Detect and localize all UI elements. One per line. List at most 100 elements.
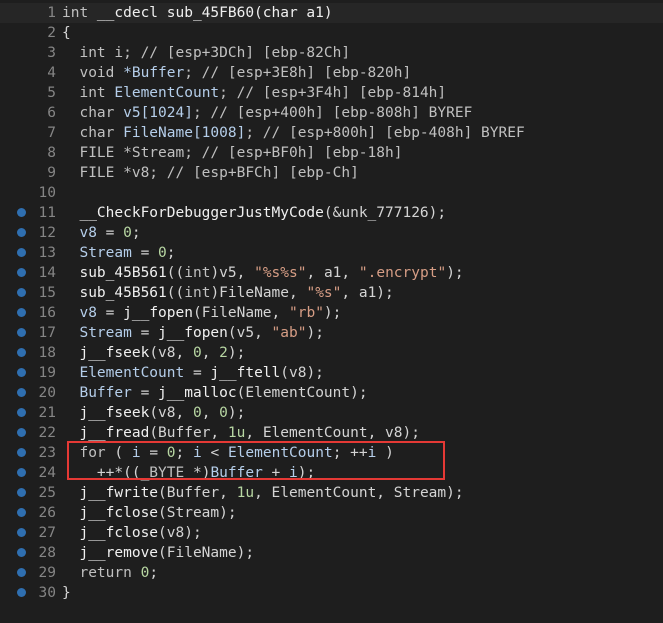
code-token: j__ftell: [210, 365, 281, 381]
line-number: 13: [38, 245, 56, 261]
code-text[interactable]: FILE *Stream; // [esp+BF0h] [ebp-18h]: [62, 143, 402, 163]
line-number: 16: [38, 305, 56, 321]
code-line-9[interactable]: 9 FILE *v8; // [esp+BFCh] [ebp-Ch]: [0, 163, 663, 183]
code-text[interactable]: int i; // [esp+3DCh] [ebp-82Ch]: [62, 43, 350, 63]
code-text[interactable]: ElementCount = j__ftell(v8);: [62, 363, 323, 383]
code-token: "%s": [306, 285, 342, 301]
code-token: j__fopen: [123, 305, 193, 321]
code-line-26[interactable]: 26 j__fclose(Stream);: [0, 503, 663, 523]
code-token: , a1);: [341, 285, 394, 301]
code-text[interactable]: j__fclose(v8);: [62, 523, 201, 543]
line-number: 28: [38, 545, 56, 561]
code-text[interactable]: char FileName[1008]; // [esp+800h] [ebp-…: [62, 123, 524, 143]
pseudocode-editor[interactable]: 1 int __cdecl sub_45FB60(char a1) 2{3 int …: [0, 0, 663, 623]
code-line-29[interactable]: 29 return 0;: [0, 563, 663, 583]
line-number: 21: [38, 405, 56, 421]
code-line-14[interactable]: 14 sub_45B561((int)v5, "%s%s", a1, ".enc…: [0, 263, 663, 283]
code-line-28[interactable]: 28 j__remove(FileName);: [0, 543, 663, 563]
code-line-16[interactable]: 16 v8 = j__fopen(FileName, "rb");: [0, 303, 663, 323]
code-line-20[interactable]: 20 Buffer = j__malloc(ElementCount);: [0, 383, 663, 403]
code-token: void: [62, 65, 124, 81]
code-token: 0: [192, 405, 202, 421]
code-text[interactable]: j__fseek(v8, 0, 0);: [62, 403, 245, 423]
code-line-22[interactable]: 22 j__fread(Buffer, 1u, ElementCount, v8…: [0, 423, 663, 443]
code-token: j__remove: [62, 545, 159, 561]
code-text[interactable]: {: [62, 23, 71, 43]
code-text[interactable]: __CheckForDebuggerJustMyCode(&unk_777126…: [62, 203, 446, 223]
code-token: j__fclose: [62, 505, 159, 521]
line-number: 15: [38, 285, 56, 301]
code-token: ((: [166, 265, 185, 281]
code-token: Buffer: [62, 385, 132, 401]
code-text[interactable]: v8 = 0;: [62, 223, 140, 243]
code-line-18[interactable]: 18 j__fseek(v8, 0, 2);: [0, 343, 663, 363]
code-token: __CheckForDebuggerJustMyCode: [62, 205, 324, 221]
code-line-5[interactable]: 5 int ElementCount; // [esp+3F4h] [ebp-8…: [0, 83, 663, 103]
code-text[interactable]: Stream = 0;: [62, 243, 176, 263]
code-text[interactable]: j__fseek(v8, 0, 2);: [62, 343, 245, 363]
code-text[interactable]: char v5[1024]; // [esp+400h] [ebp-808h] …: [62, 103, 472, 123]
line-number: 17: [38, 325, 56, 341]
code-token: (ElementCount);: [236, 385, 368, 401]
code-line-6[interactable]: 6 char v5[1024]; // [esp+400h] [ebp-808h…: [0, 103, 663, 123]
code-line-13[interactable]: 13 Stream = 0;: [0, 243, 663, 263]
code-line-15[interactable]: 15 sub_45B561((int)FileName, "%s", a1);: [0, 283, 663, 303]
line-number: 24: [38, 465, 56, 481]
line-number: 30: [38, 585, 56, 601]
line-number: 14: [38, 265, 56, 281]
code-text[interactable]: v8 = j__fopen(FileName, "rb");: [62, 303, 341, 323]
code-line-1[interactable]: 1 int __cdecl sub_45FB60(char a1): [0, 3, 663, 23]
code-token: , a1,: [306, 265, 359, 281]
code-line-21[interactable]: 21 j__fseek(v8, 0, 0);: [0, 403, 663, 423]
code-token: int: [62, 5, 97, 21]
code-text[interactable]: int __cdecl sub_45FB60(char a1): [62, 3, 333, 23]
code-text[interactable]: return 0;: [62, 563, 158, 583]
code-token: j__fseek: [62, 405, 150, 421]
code-token: ".encrypt": [358, 265, 447, 281]
code-token: ;: [166, 245, 176, 261]
code-text[interactable]: }: [62, 583, 71, 603]
code-token: "rb": [289, 305, 324, 321]
code-text[interactable]: void *Buffer; // [esp+3E8h] [ebp-820h]: [62, 63, 411, 83]
code-token: 0: [219, 405, 228, 421]
code-token: int: [184, 285, 211, 301]
code-token: (Stream);: [158, 505, 237, 521]
code-token: 2: [219, 345, 228, 361]
code-text[interactable]: Buffer = j__malloc(ElementCount);: [62, 383, 368, 403]
code-line-30[interactable]: 30}: [0, 583, 663, 603]
code-token: ;: [149, 565, 159, 581]
code-token: int: [62, 85, 115, 101]
code-token: sub_45B561: [62, 285, 167, 301]
code-token: (v8,: [149, 345, 193, 361]
code-text[interactable]: j__remove(FileName);: [62, 543, 254, 563]
line-number: 8: [47, 145, 56, 161]
code-line-11[interactable]: 11 __CheckForDebuggerJustMyCode(&unk_777…: [0, 203, 663, 223]
code-text[interactable]: j__fwrite(Buffer, 1u, ElementCount, Stre…: [62, 483, 463, 503]
line-number: 5: [47, 85, 56, 101]
code-line-8[interactable]: 8 FILE *Stream; // [esp+BF0h] [ebp-18h]: [0, 143, 663, 163]
code-text[interactable]: sub_45B561((int)v5, "%s%s", a1, ".encryp…: [62, 263, 463, 283]
code-text[interactable]: j__fread(Buffer, 1u, ElementCount, v8);: [62, 423, 420, 443]
code-text[interactable]: sub_45B561((int)FileName, "%s", a1);: [62, 283, 394, 303]
line-number: 29: [38, 565, 56, 581]
code-line-4[interactable]: 4 void *Buffer; // [esp+3E8h] [ebp-820h]: [0, 63, 663, 83]
code-token: ,: [201, 405, 220, 421]
code-text[interactable]: int ElementCount; // [esp+3F4h] [ebp-814…: [62, 83, 446, 103]
code-token: FILE *v8; // [esp+BFCh] [ebp-Ch]: [62, 165, 359, 181]
code-line-25[interactable]: 25 j__fwrite(Buffer, 1u, ElementCount, S…: [0, 483, 663, 503]
code-line-12[interactable]: 12 v8 = 0;: [0, 223, 663, 243]
code-token: FileName[1008]: [123, 125, 246, 141]
code-token: ; // [esp+3F4h] [ebp-814h]: [219, 85, 447, 101]
code-text[interactable]: Stream = j__fopen(v5, "ab");: [62, 323, 323, 343]
code-line-2[interactable]: 2{: [0, 23, 663, 43]
line-number: 4: [47, 65, 56, 81]
code-text[interactable]: FILE *v8; // [esp+BFCh] [ebp-Ch]: [62, 163, 359, 183]
code-line-19[interactable]: 19 ElementCount = j__ftell(v8);: [0, 363, 663, 383]
code-line-27[interactable]: 27 j__fclose(v8);: [0, 523, 663, 543]
code-line-3[interactable]: 3 int i; // [esp+3DCh] [ebp-82Ch]: [0, 43, 663, 63]
code-line-17[interactable]: 17 Stream = j__fopen(v5, "ab");: [0, 323, 663, 343]
code-text[interactable]: j__fclose(Stream);: [62, 503, 237, 523]
code-line-7[interactable]: 7 char FileName[1008]; // [esp+800h] [eb…: [0, 123, 663, 143]
code-token: j__malloc: [158, 385, 237, 401]
code-line-10[interactable]: 10: [0, 183, 663, 203]
